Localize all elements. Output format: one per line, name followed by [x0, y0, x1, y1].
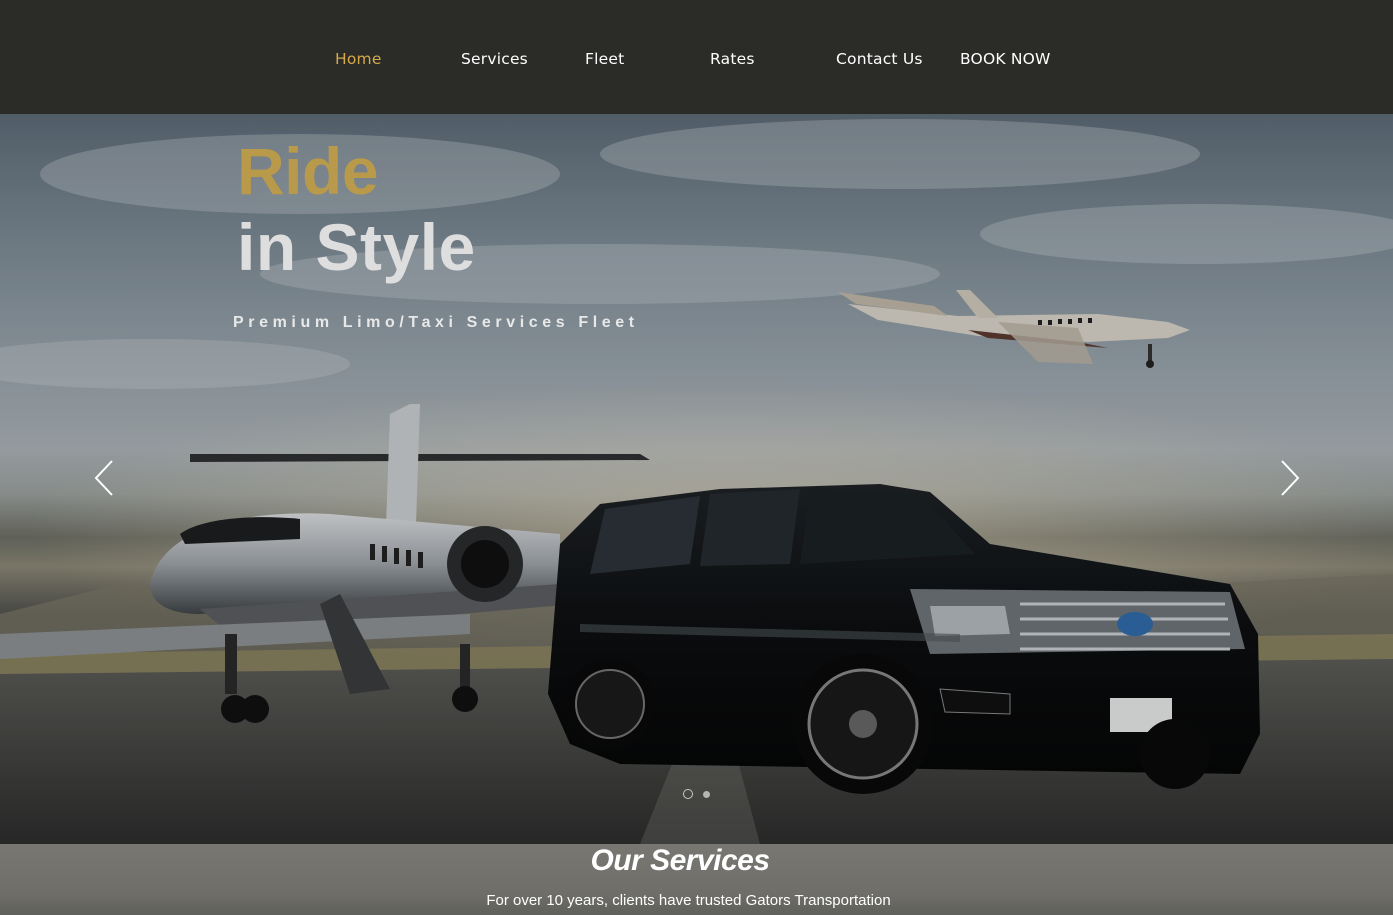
nav-rates-link[interactable]: Rates [710, 50, 755, 68]
slide-dot-1[interactable] [683, 789, 693, 799]
nav-services-link[interactable]: Services [461, 50, 528, 68]
slide-dot-2[interactable] [703, 790, 710, 798]
slideshow-pagination [683, 789, 710, 799]
services-title: Our Services [590, 844, 770, 877]
hero-headline-ride: Ride [237, 134, 379, 208]
slideshow-prev-button[interactable] [92, 458, 122, 498]
hero-headline-in-style: in Style [237, 210, 476, 284]
nav-home-link[interactable]: Home [335, 50, 382, 68]
top-navigation: Home Services Fleet Rates Contact Us BOO… [0, 0, 1393, 114]
our-services-section: Our Services For over 10 years, clients … [0, 844, 1393, 915]
chevron-right-icon [1281, 460, 1300, 496]
hero-background-image [0, 114, 1393, 844]
nav-fleet-link[interactable]: Fleet [585, 50, 624, 68]
nav-contact-link[interactable]: Contact Us [836, 50, 923, 68]
hero-tagline: Premium Limo/Taxi Services Fleet [233, 314, 639, 331]
nav-book-now-link[interactable]: BOOK NOW [960, 50, 1051, 68]
hero-slideshow: Ride in Style Premium Limo/Taxi Services… [0, 114, 1393, 844]
slideshow-next-button[interactable] [1276, 458, 1306, 498]
chevron-left-icon [94, 460, 113, 496]
services-subtitle: For over 10 years, clients have trusted … [486, 892, 891, 909]
